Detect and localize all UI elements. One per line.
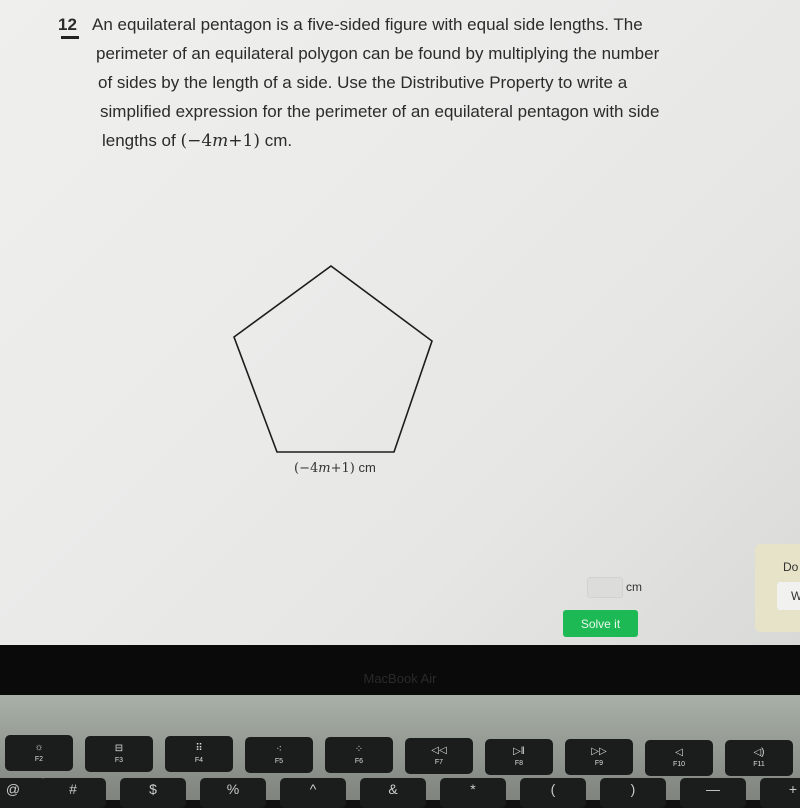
side-var: m [318, 461, 331, 476]
question-line-5-suffix: cm. [259, 131, 293, 150]
launchpad-icon: ⠿ [195, 743, 203, 755]
key-label: F2 [34, 756, 44, 763]
question-line-3: of sides by the length of a side. Use th… [98, 73, 628, 92]
side-panel-text: Do [783, 560, 799, 574]
rewind-icon: ◁◁ [431, 745, 447, 756]
answer-input[interactable] [587, 577, 623, 598]
question-line-1: An equilateral pentagon is a five-sided … [92, 15, 643, 34]
key-label: F10 [672, 760, 686, 768]
key-f3[interactable]: ⊟ F3 [85, 735, 153, 772]
solve-it-button[interactable]: Solve it [563, 610, 638, 637]
laptop-bezel: MacBook Air [0, 645, 800, 695]
mute-icon: ◁ [675, 746, 683, 758]
question-number-underline [61, 36, 79, 39]
key-symbol[interactable]: % [200, 778, 266, 808]
key-f11[interactable]: ◁) F11 [725, 740, 793, 777]
key-label: F4 [194, 757, 204, 765]
side-open: (−4 [294, 461, 319, 476]
question-expression: (−4m+1) [180, 131, 260, 151]
key-f9[interactable]: ▷▷ F9 [565, 739, 633, 776]
screen: 12 An equilateral pentagon is a five-sid… [0, 0, 800, 645]
key-symbol[interactable]: + [760, 778, 800, 808]
key-symbol[interactable]: — [680, 778, 746, 808]
key-label: F5 [274, 757, 284, 765]
key-f10[interactable]: ◁ F10 [645, 739, 713, 776]
question-number: 12 [58, 15, 77, 34]
expr-var: m [212, 131, 229, 151]
key-symbol[interactable]: $ [120, 778, 186, 808]
question-line-5-prefix: lengths of [102, 131, 181, 150]
pentagon-figure [233, 265, 433, 453]
expr-close: +1) [228, 131, 260, 151]
key-label: F8 [514, 759, 524, 767]
key-label: F3 [114, 756, 124, 764]
key-f2[interactable]: ☼ F2 [5, 735, 73, 771]
side-unit: cm [354, 460, 376, 475]
brightness-up-icon: ☼ [34, 742, 44, 753]
play-pause-icon: ▷‖ [513, 745, 525, 757]
side-length-label: (−4m+1) cm [294, 460, 376, 476]
brand-label: MacBook Air [363, 671, 437, 686]
side-label-math: (−4m+1) [294, 461, 355, 476]
mission-control-icon: ⊟ [114, 742, 124, 754]
key-symbol[interactable]: # [40, 778, 106, 808]
side-panel-button[interactable]: W [777, 582, 800, 610]
key-symbol[interactable]: ^ [280, 778, 346, 808]
keyboard-light-up-icon: ⁘ [354, 744, 364, 756]
key-symbol[interactable]: ( [520, 778, 586, 808]
volume-down-icon: ◁) [753, 747, 765, 759]
question-line-2: perimeter of an equilateral polygon can … [96, 44, 660, 63]
key-label: F11 [753, 761, 765, 769]
question-line-4: simplified expression for the perimeter … [100, 102, 660, 121]
key-label: F9 [594, 760, 604, 768]
pentagon [233, 265, 433, 453]
key-symbol[interactable]: ) [600, 778, 666, 808]
key-f7[interactable]: ◁◁ F7 [405, 738, 473, 774]
key-label: F7 [434, 759, 444, 766]
keyboard-light-down-icon: ⁖ [276, 743, 282, 755]
question-line-5: lengths of (−4m+1) cm. [102, 126, 292, 156]
key-symbol[interactable]: & [360, 778, 426, 808]
answer-unit: cm [626, 580, 642, 594]
expr-open: (−4 [180, 131, 213, 151]
key-f6[interactable]: ⁘ F6 [325, 737, 393, 774]
side-close: +1) [330, 461, 355, 476]
key-f5[interactable]: ⁖ F5 [245, 736, 313, 773]
key-f4[interactable]: ⠿ F4 [165, 736, 233, 773]
side-panel: Do W [755, 544, 800, 632]
fast-forward-icon: ▷▷ [591, 746, 607, 758]
key-symbol[interactable]: * [440, 778, 506, 808]
key-f8[interactable]: ▷‖ F8 [485, 738, 553, 775]
key-label: F6 [354, 758, 364, 766]
